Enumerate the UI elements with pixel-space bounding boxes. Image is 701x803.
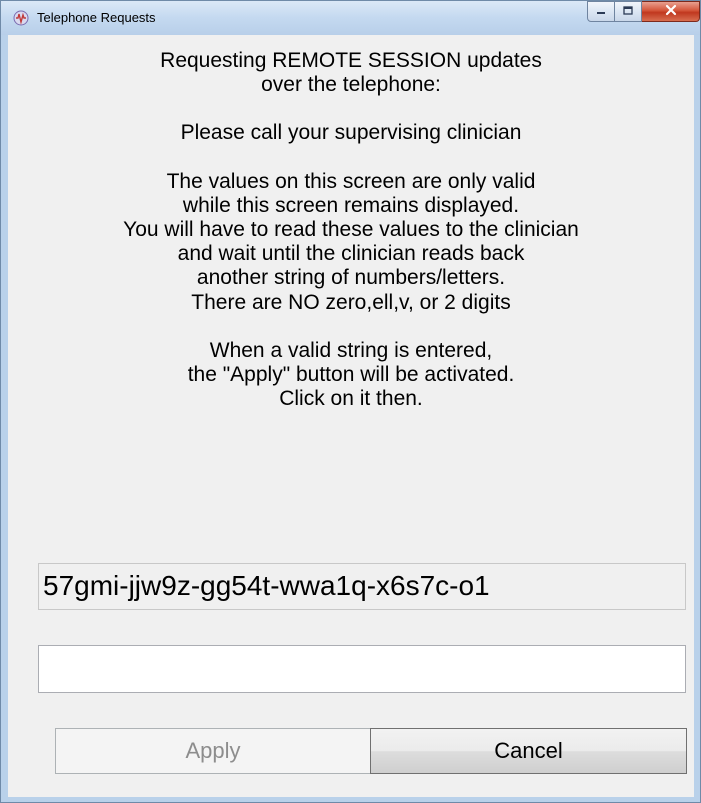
call-clinician-line: Please call your supervising clinician bbox=[180, 121, 522, 145]
cancel-button[interactable]: Cancel bbox=[370, 728, 687, 774]
dialog-content: Requesting REMOTE SESSION updates over t… bbox=[8, 35, 694, 797]
apply-button[interactable]: Apply bbox=[55, 728, 371, 774]
request-code-field[interactable]: 57gmi-jjw9z-gg54t-wwa1q-x6s7c-o1 bbox=[38, 563, 686, 610]
info-line-4: and wait until the clinician reads back bbox=[177, 242, 525, 266]
minimize-icon bbox=[595, 3, 607, 21]
info-line-1: The values on this screen are only valid bbox=[166, 169, 536, 193]
title-bar[interactable]: Telephone Requests bbox=[1, 1, 700, 35]
instructions-text: Requesting REMOTE SESSION updates over t… bbox=[8, 49, 694, 411]
info-line-3: You will have to read these values to th… bbox=[123, 218, 579, 242]
apply-info-line-2: the "Apply" button will be activated. bbox=[187, 363, 515, 387]
caption-buttons bbox=[587, 1, 700, 23]
response-code-input[interactable] bbox=[38, 645, 686, 693]
heading-line-2: over the telephone: bbox=[261, 73, 441, 97]
info-line-5: another string of numbers/letters. bbox=[196, 266, 506, 290]
close-button[interactable] bbox=[642, 1, 700, 22]
maximize-button[interactable] bbox=[615, 1, 642, 22]
info-line-2: while this screen remains displayed. bbox=[182, 193, 520, 217]
apply-info-line-3: Click on it then. bbox=[279, 387, 423, 411]
heading-line-1: Requesting REMOTE SESSION updates bbox=[160, 49, 542, 72]
app-icon bbox=[13, 10, 29, 26]
minimize-button[interactable] bbox=[587, 1, 615, 22]
maximize-icon bbox=[622, 3, 634, 21]
apply-info-line-1: When a valid string is entered, bbox=[209, 338, 493, 362]
telephone-requests-window: Telephone Requests Requesting REMOTE SES… bbox=[0, 0, 701, 803]
close-icon bbox=[664, 3, 678, 21]
info-line-6: There are NO zero,ell,v, or 2 digits bbox=[191, 290, 511, 314]
window-title: Telephone Requests bbox=[37, 10, 156, 25]
